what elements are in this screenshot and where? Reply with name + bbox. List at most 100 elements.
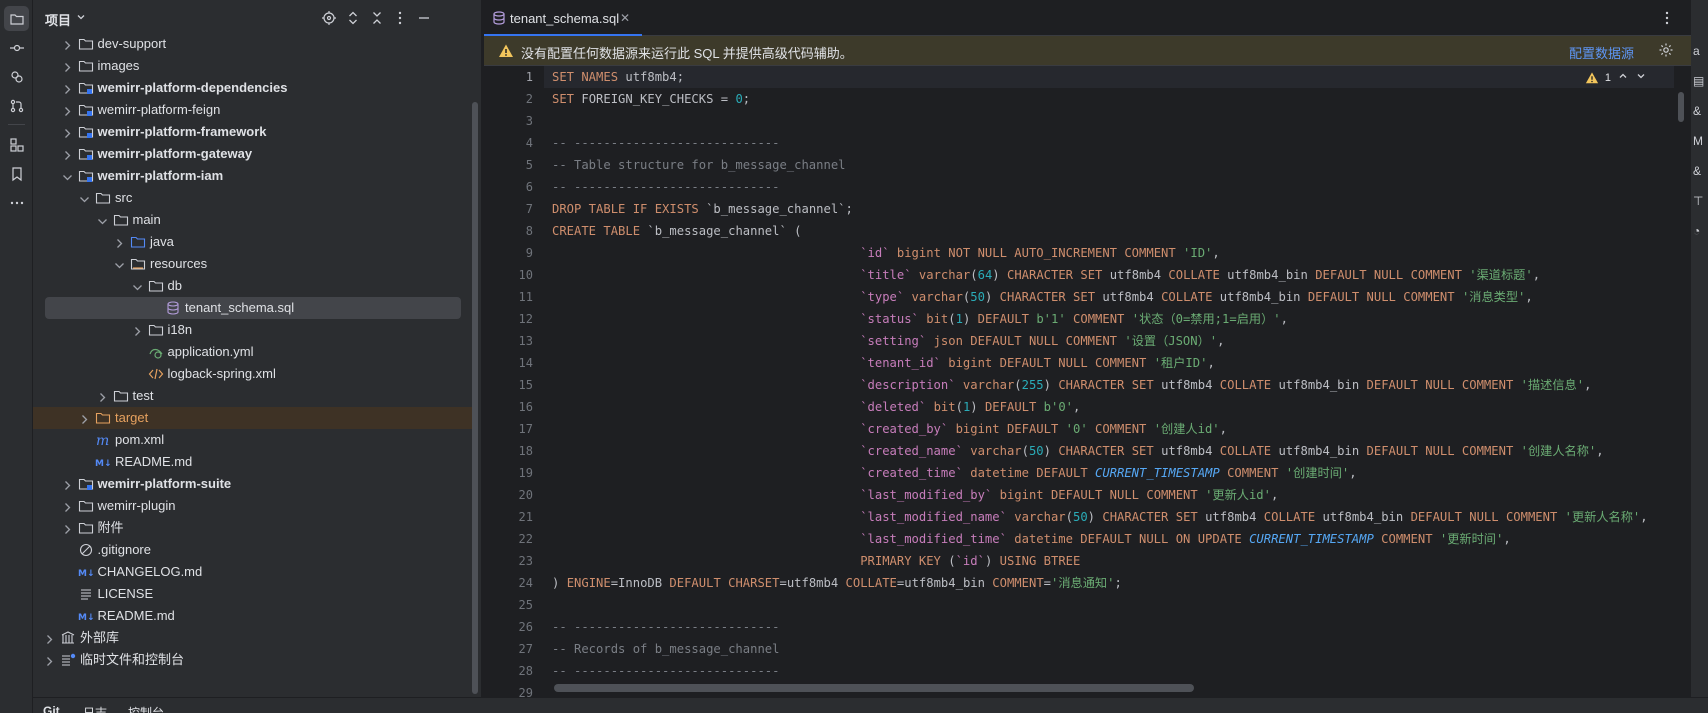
chevron-right-icon[interactable] xyxy=(60,477,74,491)
tree-item[interactable]: logback-spring.xml xyxy=(33,363,473,385)
tree-item[interactable]: wemirr-platform-feign xyxy=(33,99,473,121)
tree-item[interactable]: target xyxy=(33,407,473,429)
tree-item[interactable]: test xyxy=(33,385,473,407)
tree-item[interactable]: i18n xyxy=(33,319,473,341)
tree-item[interactable]: m pom.xml xyxy=(33,429,473,451)
tree-item[interactable]: resources xyxy=(33,253,473,275)
maven-icon[interactable]: & xyxy=(1693,104,1706,118)
chevron-down-icon[interactable] xyxy=(77,191,91,205)
tree-item[interactable]: tenant_schema.sql xyxy=(45,297,461,319)
chevron-right-icon[interactable] xyxy=(42,653,56,667)
options-icon[interactable] xyxy=(391,9,409,27)
tree-item[interactable]: db xyxy=(33,275,473,297)
tree-item[interactable]: wemirr-platform-dependencies xyxy=(33,77,473,99)
project-scrollbar[interactable] xyxy=(472,102,478,694)
structure-icon[interactable] xyxy=(4,132,29,157)
notifications-icon[interactable]: a xyxy=(1693,44,1706,58)
chevron-right-icon[interactable] xyxy=(60,147,74,161)
tab-git[interactable]: Git xyxy=(43,704,60,713)
code-token: COLLATE xyxy=(1168,268,1228,282)
chevron-right-icon[interactable] xyxy=(60,103,74,117)
editor-horizontal-scrollbar[interactable] xyxy=(554,684,1194,692)
tree-item[interactable]: wemirr-platform-gateway xyxy=(33,143,473,165)
line-number: 21 xyxy=(518,510,533,524)
tree-item[interactable]: dev-support xyxy=(33,33,473,55)
commit-icon[interactable] xyxy=(4,35,29,60)
inspection-widget[interactable]: 1 xyxy=(1585,70,1647,85)
chevron-right-icon[interactable] xyxy=(60,521,74,535)
tab-log[interactable]: 日志 xyxy=(83,704,107,713)
tree-item[interactable]: wemirr-plugin xyxy=(33,495,473,517)
expand-all-icon[interactable] xyxy=(344,9,362,27)
configure-datasource-link[interactable]: 配置数据源 xyxy=(1569,43,1634,62)
tree-item[interactable]: wemirr-platform-suite xyxy=(33,473,473,495)
gear-icon[interactable] xyxy=(1658,42,1674,58)
code-editor[interactable]: SET NAMES utf8mb4; SET FOREIGN_KEY_CHECKS… xyxy=(552,66,1672,681)
project-folder-icon[interactable] xyxy=(4,6,29,31)
chevron-right-icon[interactable] xyxy=(60,37,74,51)
tree-item[interactable]: images xyxy=(33,55,473,77)
chevron-right-icon[interactable] xyxy=(60,81,74,95)
tab-console[interactable]: 控制台 xyxy=(128,704,164,713)
tree-item[interactable]: 附件 xyxy=(33,517,473,539)
chevron-down-icon[interactable] xyxy=(95,213,109,227)
chevron-right-icon[interactable] xyxy=(60,125,74,139)
tree-item-label: wemirr-plugin xyxy=(97,498,176,513)
ai-icon[interactable]: M xyxy=(1693,134,1706,148)
project-panel-title[interactable]: 项目 xyxy=(45,10,71,29)
plugin-icon[interactable]: & xyxy=(1693,164,1706,178)
chevron-right-icon[interactable] xyxy=(60,499,74,513)
tree-item[interactable]: 外部库 xyxy=(33,627,473,649)
tree-item[interactable]: java xyxy=(33,231,473,253)
chevron-down-icon[interactable] xyxy=(75,10,87,24)
line-number: 10 xyxy=(518,268,533,282)
activity-divider xyxy=(8,124,25,125)
chevron-right-icon[interactable] xyxy=(60,59,74,73)
code-token: datetime DEFAULT xyxy=(962,466,1095,480)
code-token: bit xyxy=(926,400,956,414)
tree-item[interactable]: src xyxy=(33,187,473,209)
tree-item[interactable]: wemirr-platform-framework xyxy=(33,121,473,143)
code-token: `setting` xyxy=(860,334,927,348)
services-icon[interactable] xyxy=(4,64,29,89)
chevron-right-icon[interactable] xyxy=(95,389,109,403)
editor-vertical-scrollbar[interactable] xyxy=(1678,92,1684,122)
chevron-right-icon[interactable] xyxy=(130,323,144,337)
tree-item[interactable]: M↓ CHANGELOG.md xyxy=(33,561,473,583)
chevron-down-icon[interactable] xyxy=(130,279,144,293)
tree-item-label: dev-support xyxy=(97,36,167,51)
endpoints-icon[interactable]: ⊤ xyxy=(1693,194,1706,208)
code-token: , xyxy=(1640,510,1648,524)
chevron-right-icon[interactable] xyxy=(42,631,56,645)
tab-more-icon[interactable] xyxy=(1660,10,1674,26)
tree-item[interactable]: M↓ README.md xyxy=(33,605,473,627)
code-token: `deleted` xyxy=(860,400,927,414)
chevron-right-icon[interactable] xyxy=(112,235,126,249)
close-icon[interactable]: ✕ xyxy=(620,11,630,25)
chevron-right-icon[interactable] xyxy=(77,411,91,425)
copilot-icon[interactable]: ◔ xyxy=(1693,224,1706,238)
bookmark-icon[interactable] xyxy=(4,161,29,186)
line-number: 1 xyxy=(525,70,533,84)
chevron-down-icon[interactable] xyxy=(1635,70,1647,85)
tree-item[interactable]: 临时文件和控制台 xyxy=(33,649,473,671)
tree-item[interactable]: wemirr-platform-iam xyxy=(33,165,473,187)
chevron-up-icon[interactable] xyxy=(1617,70,1629,85)
locate-file-icon[interactable] xyxy=(320,9,338,27)
code-token: varchar xyxy=(955,378,1015,392)
more-tools-icon[interactable] xyxy=(4,190,29,215)
tree-item[interactable]: application.yml xyxy=(33,341,473,363)
chevron-down-icon[interactable] xyxy=(112,257,126,271)
tree-item[interactable]: main xyxy=(33,209,473,231)
chevron-down-icon[interactable] xyxy=(60,169,74,183)
tree-item[interactable]: M↓ README.md xyxy=(33,451,473,473)
database-icon[interactable]: ▤ xyxy=(1693,74,1706,88)
tree-item[interactable]: LICENSE xyxy=(33,583,473,605)
code-token: `last_modified_time` xyxy=(860,532,1007,546)
tree-item[interactable]: .gitignore xyxy=(33,539,473,561)
collapse-all-icon[interactable] xyxy=(368,9,386,27)
editor-tab[interactable]: tenant_schema.sql ✕ xyxy=(484,0,642,36)
hide-panel-icon[interactable] xyxy=(415,9,433,27)
code-token: utf8mb4; xyxy=(625,70,685,84)
pull-request-icon[interactable] xyxy=(4,93,29,118)
